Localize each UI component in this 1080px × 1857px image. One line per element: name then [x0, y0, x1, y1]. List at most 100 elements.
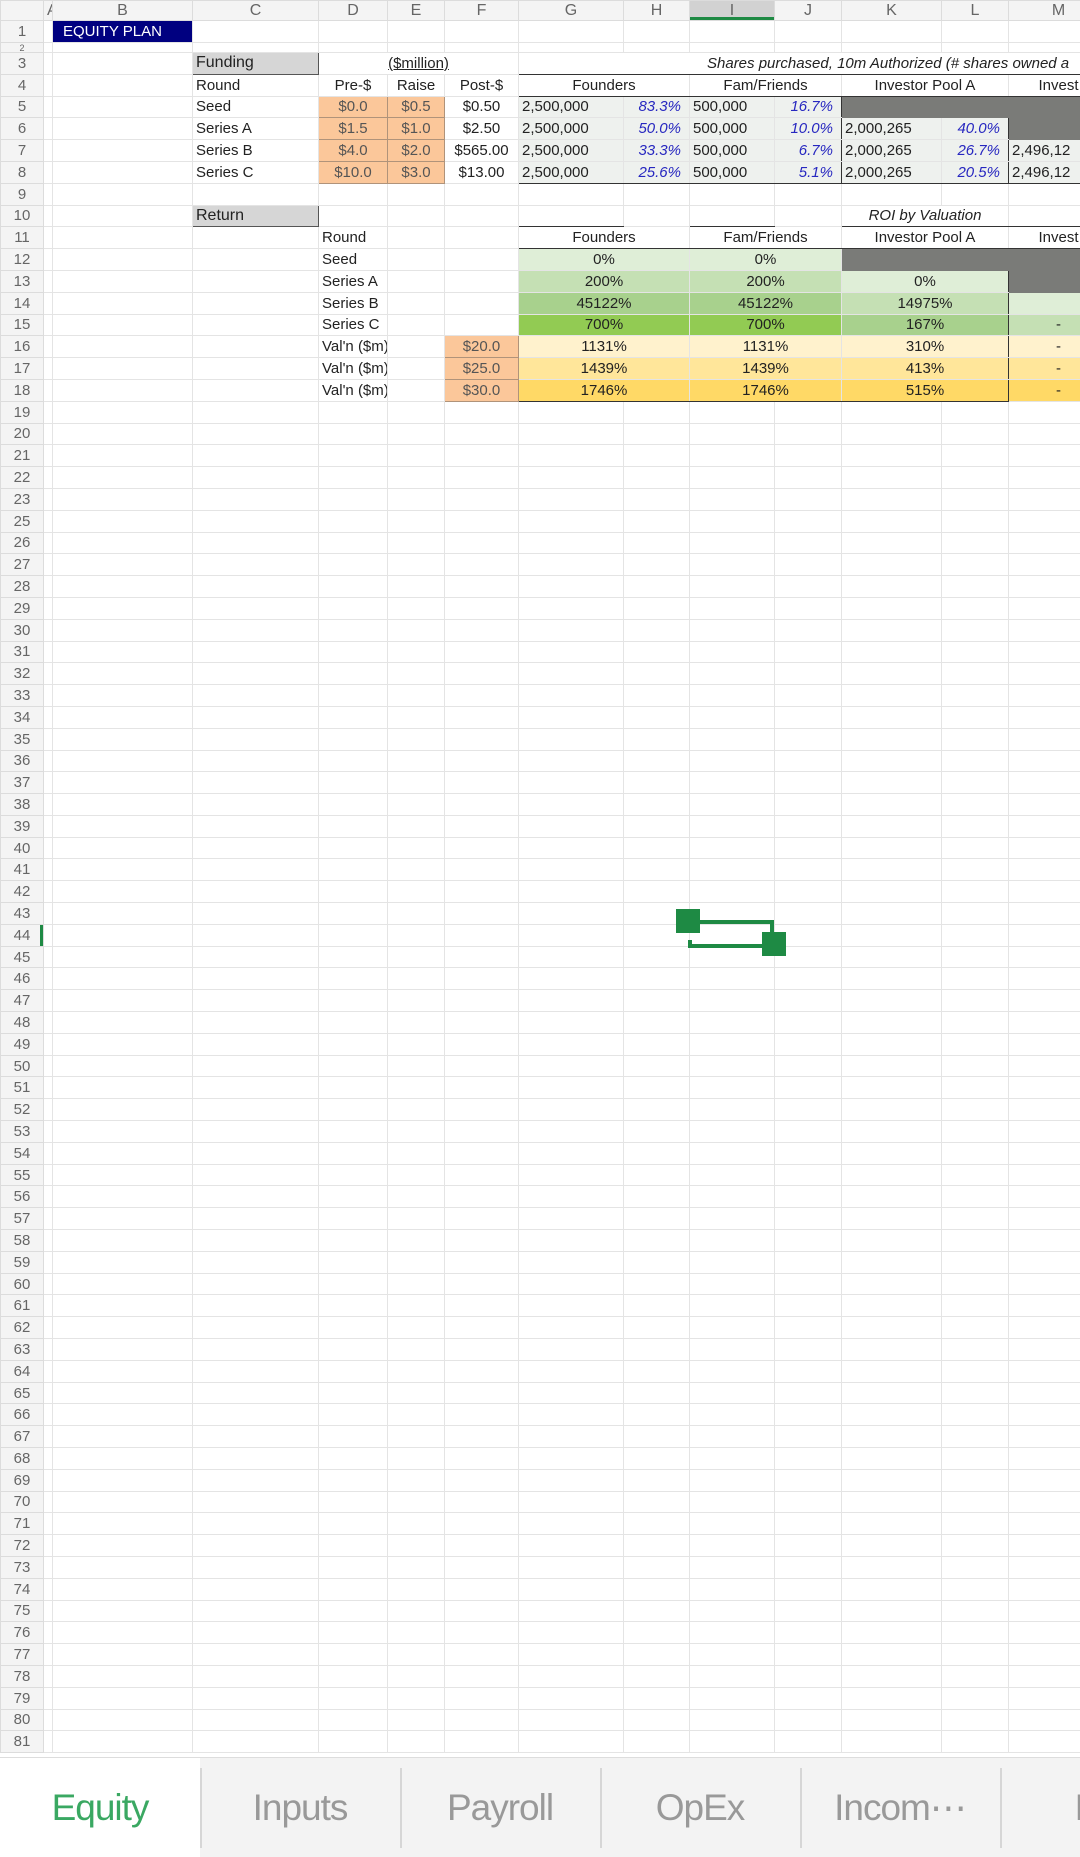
cell-g11[interactable]: Founders: [519, 227, 690, 249]
cell-m50[interactable]: [1009, 1055, 1080, 1077]
cell-g69[interactable]: [519, 1469, 624, 1491]
cell-e21[interactable]: [388, 445, 445, 467]
cell-d78[interactable]: [319, 1665, 388, 1687]
cell-h32[interactable]: [624, 663, 690, 685]
cell-f61[interactable]: [445, 1295, 519, 1317]
cell-f74[interactable]: [445, 1578, 519, 1600]
row-header-48[interactable]: 48: [1, 1012, 44, 1034]
cell-f68[interactable]: [445, 1448, 519, 1470]
cell-b73[interactable]: [53, 1556, 193, 1578]
cell-b20[interactable]: [53, 423, 193, 445]
cell-j41[interactable]: [775, 859, 842, 881]
cell-l42[interactable]: [942, 881, 1009, 903]
cell-m7[interactable]: 2,496,12: [1009, 140, 1080, 162]
cell-f64[interactable]: [445, 1360, 519, 1382]
cell-c73[interactable]: [193, 1556, 319, 1578]
cell-k12[interactable]: [842, 249, 1009, 271]
cell-e14[interactable]: [388, 292, 445, 314]
row-header-75[interactable]: 75: [1, 1600, 44, 1622]
cell-k73[interactable]: [842, 1556, 942, 1578]
cell-g52[interactable]: [519, 1099, 624, 1121]
cell-e34[interactable]: [388, 706, 445, 728]
row-header-20[interactable]: 20: [1, 423, 44, 445]
cell-b55[interactable]: [53, 1164, 193, 1186]
cell-a40[interactable]: [44, 837, 53, 859]
cell-i42[interactable]: [690, 881, 775, 903]
cell-c60[interactable]: [193, 1273, 319, 1295]
cell-g39[interactable]: [519, 815, 624, 837]
cell-b40[interactable]: [53, 837, 193, 859]
cell-g2[interactable]: [519, 43, 624, 53]
cell-e29[interactable]: [388, 597, 445, 619]
cell-g19[interactable]: [519, 401, 624, 423]
cell-f46[interactable]: [445, 968, 519, 990]
cell-j56[interactable]: [775, 1186, 842, 1208]
spreadsheet-grid[interactable]: ABCDEFGHIJKLM1EQUITY PLAN23Funding($mill…: [0, 0, 1080, 1757]
cell-j46[interactable]: [775, 968, 842, 990]
cell-h29[interactable]: [624, 597, 690, 619]
cell-c79[interactable]: [193, 1687, 319, 1709]
cell-a58[interactable]: [44, 1230, 53, 1252]
cell-e67[interactable]: [388, 1426, 445, 1448]
cell-b75[interactable]: [53, 1600, 193, 1622]
cell-e23[interactable]: [388, 488, 445, 510]
cell-a12[interactable]: [44, 249, 53, 271]
cell-c42[interactable]: [193, 881, 319, 903]
cell-f2[interactable]: [445, 43, 519, 53]
cell-k77[interactable]: [842, 1644, 942, 1666]
cell-c37[interactable]: [193, 772, 319, 794]
cell-j48[interactable]: [775, 1012, 842, 1034]
cell-g42[interactable]: [519, 881, 624, 903]
cell-h2[interactable]: [624, 43, 690, 53]
cell-i77[interactable]: [690, 1644, 775, 1666]
cell-k14[interactable]: 14975%: [842, 292, 1009, 314]
cell-e55[interactable]: [388, 1164, 445, 1186]
cell-a76[interactable]: [44, 1622, 53, 1644]
cell-i23[interactable]: [690, 488, 775, 510]
cell-k63[interactable]: [842, 1339, 942, 1361]
cell-m40[interactable]: [1009, 837, 1080, 859]
cell-e9[interactable]: [388, 183, 445, 205]
cell-b26[interactable]: [53, 532, 193, 554]
cell-h67[interactable]: [624, 1426, 690, 1448]
cell-k17[interactable]: 413%: [842, 358, 1009, 380]
cell-l79[interactable]: [942, 1687, 1009, 1709]
cell-d14[interactable]: Series B: [319, 292, 388, 314]
cell-i75[interactable]: [690, 1600, 775, 1622]
cell-a2[interactable]: [44, 43, 53, 53]
cell-f28[interactable]: [445, 576, 519, 598]
row-header-79[interactable]: 79: [1, 1687, 44, 1709]
cell-m11[interactable]: Invest: [1009, 227, 1080, 249]
cell-c20[interactable]: [193, 423, 319, 445]
row-header-50[interactable]: 50: [1, 1055, 44, 1077]
cell-m38[interactable]: [1009, 794, 1080, 816]
cell-l30[interactable]: [942, 619, 1009, 641]
column-header-i[interactable]: I: [690, 1, 775, 21]
cell-i16[interactable]: 1131%: [690, 336, 842, 358]
cell-b56[interactable]: [53, 1186, 193, 1208]
cell-l43[interactable]: [942, 903, 1009, 925]
cell-k57[interactable]: [842, 1208, 942, 1230]
row-header-39[interactable]: 39: [1, 815, 44, 837]
cell-f58[interactable]: [445, 1230, 519, 1252]
cell-d21[interactable]: [319, 445, 388, 467]
cell-f32[interactable]: [445, 663, 519, 685]
cell-l29[interactable]: [942, 597, 1009, 619]
cell-g48[interactable]: [519, 1012, 624, 1034]
cell-h71[interactable]: [624, 1513, 690, 1535]
row-header-61[interactable]: 61: [1, 1295, 44, 1317]
cell-m48[interactable]: [1009, 1012, 1080, 1034]
cell-l35[interactable]: [942, 728, 1009, 750]
cell-h62[interactable]: [624, 1317, 690, 1339]
cell-k65[interactable]: [842, 1382, 942, 1404]
cell-k80[interactable]: [842, 1709, 942, 1731]
cell-k54[interactable]: [842, 1142, 942, 1164]
cell-a10[interactable]: [44, 205, 53, 227]
cell-i2[interactable]: [690, 43, 775, 53]
cell-f72[interactable]: [445, 1535, 519, 1557]
cell-d39[interactable]: [319, 815, 388, 837]
cell-m14[interactable]: [1009, 292, 1080, 314]
cell-i28[interactable]: [690, 576, 775, 598]
cell-g53[interactable]: [519, 1121, 624, 1143]
cell-f9[interactable]: [445, 183, 519, 205]
